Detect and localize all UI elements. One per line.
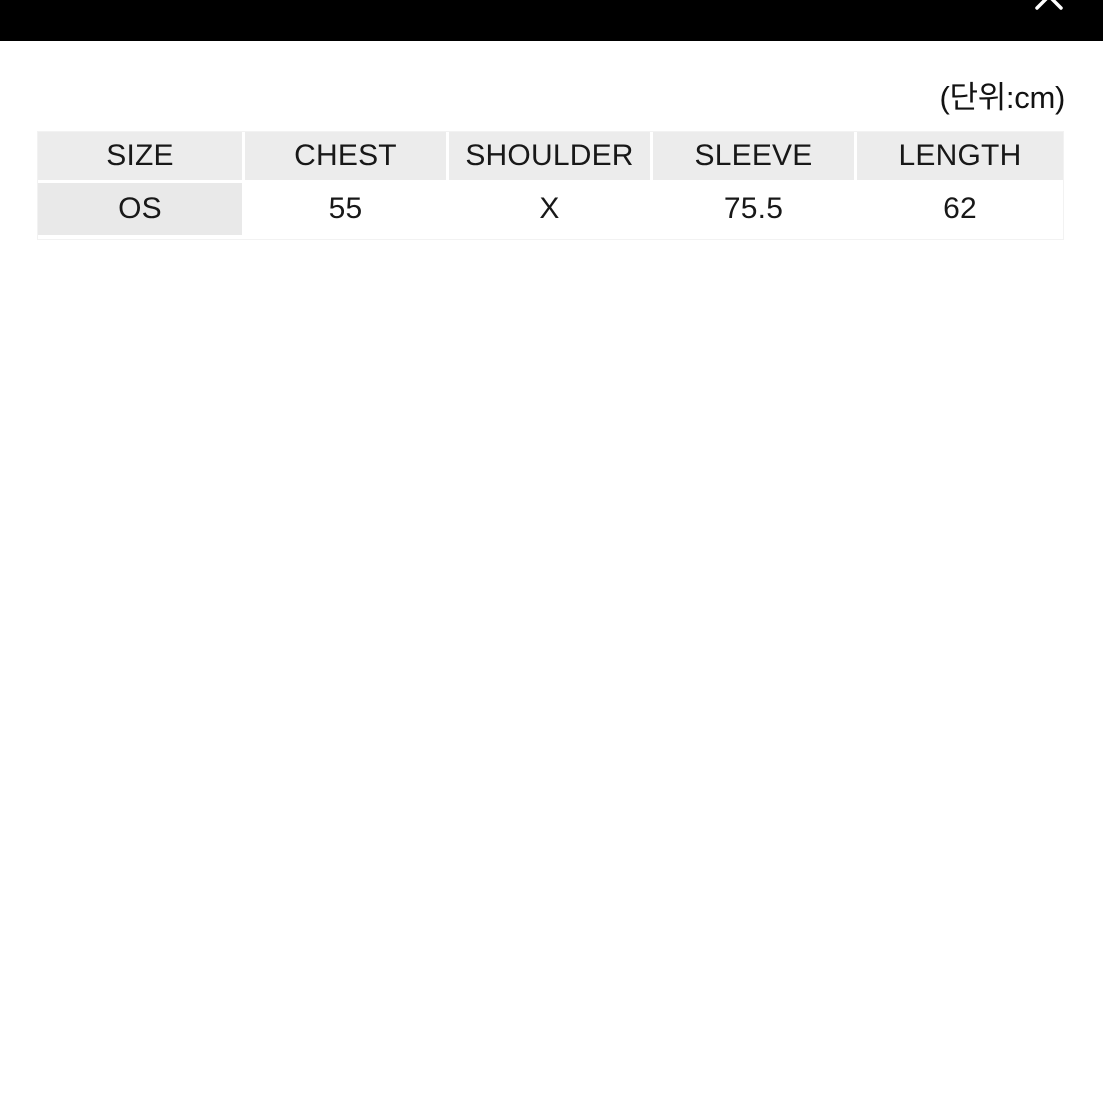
column-header-chest: CHEST bbox=[245, 132, 449, 183]
column-header-sleeve: SLEEVE bbox=[653, 132, 857, 183]
size-table-container: SIZE CHEST SHOULDER SLEEVE LENGTH OS 55 … bbox=[38, 132, 1063, 235]
column-header-size: SIZE bbox=[38, 132, 245, 183]
column-header-shoulder: SHOULDER bbox=[449, 132, 653, 183]
size-table: SIZE CHEST SHOULDER SLEEVE LENGTH OS 55 … bbox=[38, 132, 1063, 235]
cell-chest: 55 bbox=[245, 183, 449, 235]
cell-length: 62 bbox=[857, 183, 1063, 235]
unit-note: (단위:cm) bbox=[939, 80, 1065, 115]
column-header-length: LENGTH bbox=[857, 132, 1063, 183]
top-bar bbox=[0, 0, 1103, 41]
table-header-row: SIZE CHEST SHOULDER SLEEVE LENGTH bbox=[38, 132, 1063, 183]
close-icon[interactable] bbox=[1027, 0, 1071, 18]
cell-sleeve: 75.5 bbox=[653, 183, 857, 235]
cell-shoulder: X bbox=[449, 183, 653, 235]
table-row: OS 55 X 75.5 62 bbox=[38, 183, 1063, 235]
size-chart-screen: (단위:cm) SIZE CHEST SHOULDER SLEEVE LENGT… bbox=[0, 0, 1103, 1103]
cell-size: OS bbox=[38, 183, 245, 235]
